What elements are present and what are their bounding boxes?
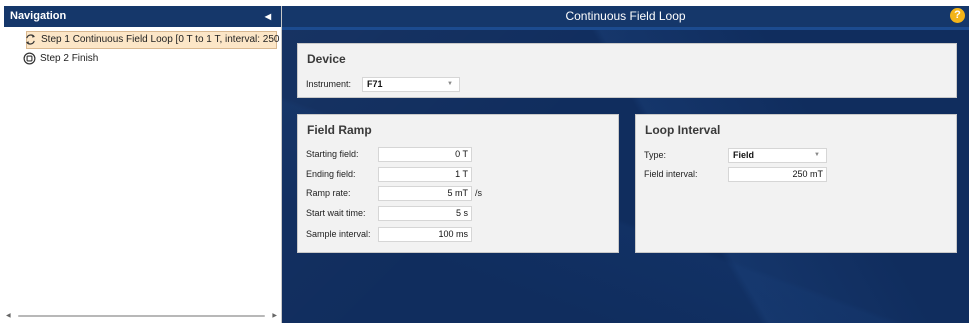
field-interval-input[interactable]: 250 mT	[728, 167, 827, 182]
main-panel: Continuous Field Loop ? Device Instrumen…	[282, 6, 969, 323]
loop-interval-card: Loop Interval Type: Field ▼ Field interv…	[635, 114, 957, 253]
starting-field-input[interactable]: 0 T	[378, 147, 472, 162]
step-item-label: Step 1 Continuous Field Loop [0 T to 1 T…	[41, 34, 300, 45]
loop-interval-title: Loop Interval	[645, 123, 721, 137]
help-icon[interactable]: ?	[950, 8, 965, 23]
ending-field-row: Ending field: 1 T	[306, 167, 606, 182]
instrument-select[interactable]: F71 ▼	[362, 77, 460, 92]
sample-interval-label: Sample interval:	[306, 229, 371, 239]
main-header: Continuous Field Loop ?	[282, 6, 969, 27]
starting-field-label: Starting field:	[306, 149, 359, 159]
scroll-left-icon[interactable]: ◀	[6, 312, 11, 320]
loop-icon	[26, 34, 35, 45]
start-wait-time-label: Start wait time:	[306, 208, 366, 218]
field-ramp-card: Field Ramp Starting field: 0 T Ending fi…	[297, 114, 619, 253]
start-wait-time-row: Start wait time: 5 s	[306, 206, 606, 221]
page-title: Continuous Field Loop	[565, 9, 686, 23]
start-wait-time-input[interactable]: 5 s	[378, 206, 472, 221]
step-item-label: Step 2 Finish	[40, 53, 99, 64]
step-item-finish[interactable]: Step 2 Finish	[23, 50, 277, 68]
header-accent-line	[282, 27, 969, 30]
navigation-panel: Navigation ◀ Step 1 Continuous Field Loo…	[4, 6, 300, 323]
field-interval-row: Field interval: 250 mT	[644, 167, 944, 182]
ramp-rate-row: Ramp rate: 5 mT /s	[306, 186, 606, 201]
ramp-rate-label: Ramp rate:	[306, 188, 351, 198]
ending-field-label: Ending field:	[306, 169, 356, 179]
scrollbar-thumb[interactable]	[18, 315, 265, 317]
navigation-header: Navigation ◀	[4, 6, 281, 27]
device-card: Device Instrument: F71 ▼	[297, 43, 957, 98]
sample-interval-input[interactable]: 100 ms	[378, 227, 472, 242]
ramp-rate-unit: /s	[475, 188, 483, 198]
starting-field-row: Starting field: 0 T	[306, 147, 606, 162]
horizontal-scrollbar[interactable]: ◀ ▶	[6, 312, 277, 320]
step-list: Step 1 Continuous Field Loop [0 T to 1 T…	[4, 27, 300, 68]
instrument-row: Instrument: F71 ▼	[306, 77, 506, 92]
scroll-right-icon[interactable]: ▶	[272, 312, 277, 320]
ending-field-input[interactable]: 1 T	[378, 167, 472, 182]
loop-type-label: Type:	[644, 150, 667, 160]
instrument-label: Instrument:	[306, 79, 352, 89]
stop-icon	[23, 52, 36, 65]
sample-interval-row: Sample interval: 100 ms	[306, 227, 606, 242]
loop-type-value: Field	[733, 150, 755, 160]
loop-type-select[interactable]: Field ▼	[728, 148, 827, 163]
chevron-down-icon: ▼	[814, 152, 820, 158]
step-item-continuous-field-loop[interactable]: Step 1 Continuous Field Loop [0 T to 1 T…	[26, 31, 300, 49]
instrument-value: F71	[367, 79, 383, 89]
collapse-panel-icon[interactable]: ◀	[265, 6, 271, 27]
ramp-rate-input[interactable]: 5 mT	[378, 186, 472, 201]
field-ramp-title: Field Ramp	[307, 123, 372, 137]
device-title: Device	[307, 52, 346, 66]
chevron-down-icon: ▼	[447, 81, 453, 87]
navigation-title: Navigation	[10, 10, 67, 22]
loop-type-row: Type: Field ▼	[644, 148, 944, 163]
field-interval-label: Field interval:	[644, 169, 698, 179]
